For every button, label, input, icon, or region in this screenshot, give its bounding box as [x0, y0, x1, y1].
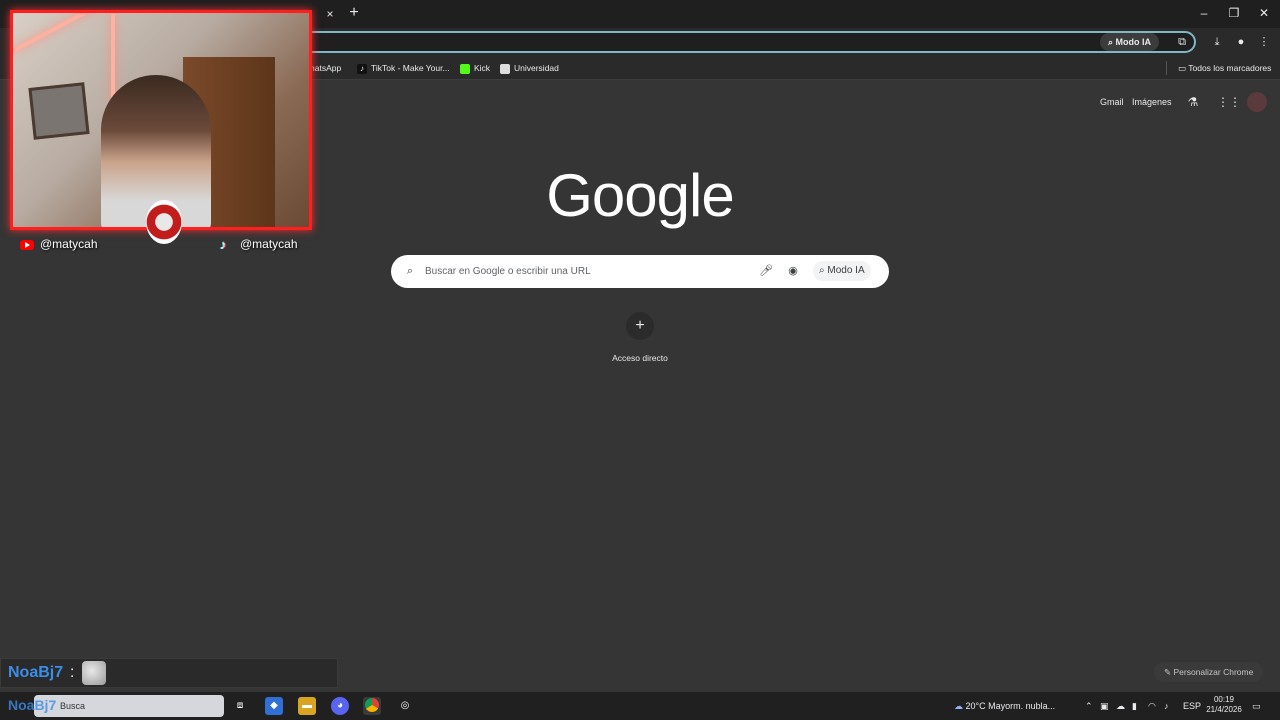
- tiktok-icon: ♪: [220, 236, 227, 252]
- language-indicator[interactable]: ESP: [1183, 700, 1201, 712]
- bookmarks-divider: [1166, 61, 1167, 75]
- bookmark-tiktok[interactable]: ♪ TikTok - Make Your...: [357, 61, 450, 75]
- gmail-link[interactable]: Gmail: [1100, 96, 1124, 108]
- webcam-overlay: [10, 10, 312, 230]
- taskbar-search-label: Busca: [60, 701, 86, 711]
- account-avatar[interactable]: [1247, 92, 1267, 112]
- obs-icon[interactable]: ◎: [396, 697, 414, 715]
- microphone-icon[interactable]: 🎤︎: [759, 264, 773, 278]
- bookmark-label: Universidad: [514, 63, 559, 73]
- youtube-icon: [20, 239, 34, 250]
- clock-date: 21/4/2026: [1206, 705, 1242, 714]
- clock-time: 00:19: [1213, 695, 1235, 704]
- bookmark-whatsapp[interactable]: hatsApp: [310, 61, 341, 75]
- tray-overflow-icon[interactable]: ⌃: [1085, 700, 1093, 712]
- labs-flask-icon[interactable]: ⚗: [1185, 94, 1201, 110]
- clock[interactable]: 00:19 21/4/2026: [1200, 695, 1248, 715]
- tab-close-button[interactable]: ×: [322, 6, 338, 22]
- download-icon[interactable]: ⤓: [1209, 34, 1225, 50]
- customize-chrome-label: Personalizar Chrome: [1173, 667, 1254, 677]
- cloud-icon: ☁: [954, 701, 966, 711]
- extensions-icon[interactable]: ⧉: [1174, 34, 1190, 50]
- tiktok-handle: ♪ @matycah: [220, 236, 298, 252]
- add-shortcut-label: Acceso directo: [612, 353, 668, 363]
- tray-mic-icon[interactable]: ▮: [1132, 700, 1137, 712]
- search-icon: ⌕: [406, 265, 414, 277]
- notifications-icon[interactable]: ▭: [1252, 700, 1261, 712]
- copilot-icon[interactable]: ◆: [265, 697, 283, 715]
- search-box[interactable]: ⌕ Buscar en Google o escribir una URL 🎤︎…: [391, 255, 889, 288]
- bookmark-label: Kick: [474, 63, 491, 73]
- folder-icon: ▭: [1178, 63, 1189, 73]
- tray-cloud-icon[interactable]: ☁: [1116, 700, 1125, 712]
- close-window-button[interactable]: ✕: [1254, 4, 1274, 22]
- volume-icon[interactable]: ♪: [1164, 700, 1169, 712]
- new-tab-button[interactable]: +: [346, 5, 362, 21]
- bookmark-label: hatsApp: [310, 63, 342, 73]
- wall-picture: [28, 82, 90, 140]
- chrome-icon[interactable]: [363, 697, 381, 715]
- chat-separator: :: [70, 664, 75, 681]
- tiktok-handle-text: @matycah: [240, 237, 298, 251]
- file-explorer-icon[interactable]: ▬: [298, 697, 316, 715]
- tiktok-icon: ♪: [357, 63, 367, 74]
- modo-ia-label: Modo IA: [1115, 37, 1152, 47]
- youtube-handle: @matycah: [20, 236, 98, 252]
- screen: × + – ❐ ✕ ⌕ Modo IA ⧉ ⤓ ● ⋮ hatsApp ♪ Tik…: [0, 0, 1280, 720]
- bookmark-kick[interactable]: Kick: [460, 61, 490, 75]
- lens-camera-icon[interactable]: ◉: [786, 264, 800, 278]
- bookmark-label: TikTok - Make Your...: [371, 63, 450, 73]
- search-modo-ia-button[interactable]: ⌕ Modo IA: [813, 261, 871, 281]
- restore-button[interactable]: ❐: [1224, 4, 1244, 22]
- discord-icon[interactable]: ◕: [331, 697, 349, 715]
- led-light: [13, 13, 112, 53]
- universidad-icon: [500, 63, 510, 74]
- search-input[interactable]: Buscar en Google o escribir una URL: [425, 265, 591, 278]
- ai-search-icon: ⌕: [1108, 37, 1116, 47]
- weather-widget[interactable]: ☁ 20°C Mayorm. nubla...: [954, 700, 1055, 712]
- all-bookmarks-button[interactable]: ▭ Todos los marcadores: [1178, 61, 1271, 75]
- all-bookmarks-label: Todos los marcadores: [1188, 63, 1272, 73]
- chat-username: NoaBj7: [8, 664, 64, 681]
- led-light: [111, 13, 115, 103]
- kick-icon: [460, 63, 470, 74]
- profile-icon[interactable]: ●: [1233, 34, 1249, 50]
- google-logo: Google: [546, 162, 734, 229]
- images-link[interactable]: Imágenes: [1132, 96, 1172, 108]
- bookmark-universidad[interactable]: Universidad: [500, 61, 559, 75]
- weather-text: 20°C Mayorm. nubla...: [965, 701, 1056, 711]
- modo-ia-button[interactable]: ⌕ Modo IA: [1100, 33, 1160, 51]
- apps-grid-icon[interactable]: ⋮⋮: [1217, 94, 1241, 110]
- wifi-icon[interactable]: ◠: [1148, 700, 1156, 712]
- menu-kebab-icon[interactable]: ⋮: [1256, 34, 1272, 50]
- customize-chrome-button[interactable]: ✎ Personalizar Chrome: [1154, 662, 1264, 682]
- tray-device-icon[interactable]: ▣: [1100, 700, 1109, 712]
- search-modo-ia-label: Modo IA: [827, 265, 865, 276]
- address-bar[interactable]: [300, 31, 1196, 53]
- channel-logo-badge: [146, 200, 182, 244]
- chat-username-overlay: NoaBj7: [8, 697, 57, 713]
- minimize-button[interactable]: –: [1194, 4, 1214, 22]
- add-shortcut-button[interactable]: +: [626, 312, 654, 340]
- cat-emote-icon: [82, 661, 106, 685]
- task-view-icon[interactable]: ⧈: [231, 697, 249, 715]
- youtube-handle-text: @matycah: [40, 237, 98, 251]
